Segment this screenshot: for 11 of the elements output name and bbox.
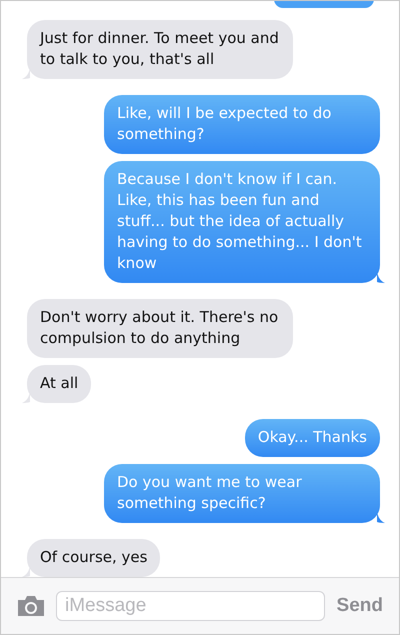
send-button[interactable]: Send (334, 595, 385, 617)
bubble-tail-icon (377, 271, 385, 283)
camera-icon[interactable] (16, 594, 46, 618)
message-bubble: Okay... Thanks (244, 419, 380, 457)
bubble-tail-icon (377, 511, 385, 523)
bubble-tail-icon (22, 565, 30, 577)
message-input[interactable]: iMessage (56, 591, 325, 621)
bubble-tail-icon (22, 67, 30, 79)
message-bubble: Like, will I be expected to do something? (104, 95, 380, 154)
bubble-tail-icon (22, 391, 30, 403)
message-bubble: Don't worry about it. There's no compulsion to do anything (27, 299, 293, 358)
